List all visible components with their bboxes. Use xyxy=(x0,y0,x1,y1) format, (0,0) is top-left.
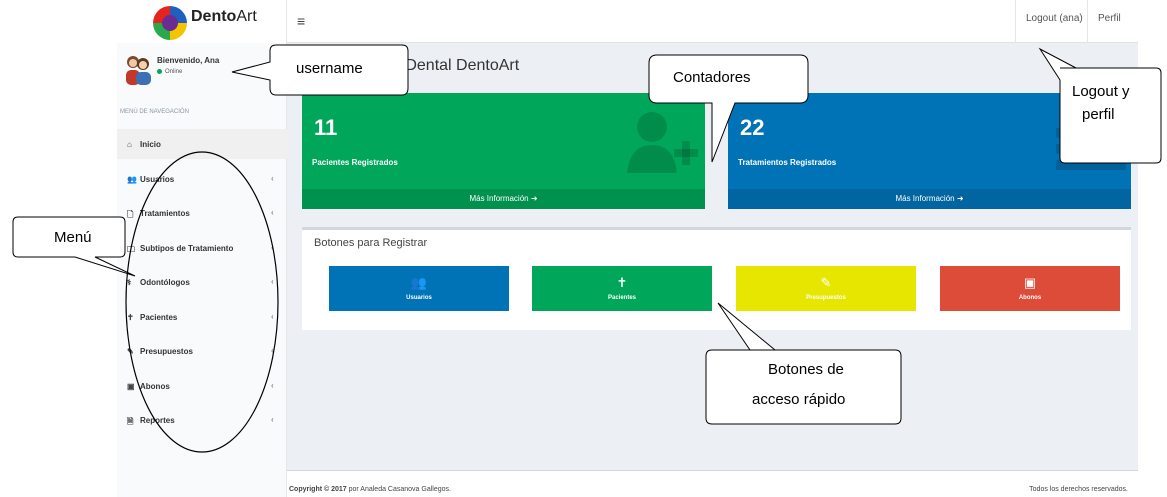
profile-link[interactable]: Perfil xyxy=(1098,13,1121,24)
annotation-username: username xyxy=(296,60,363,77)
panel-title: Botones para Registrar xyxy=(314,237,428,249)
money-icon: ▣ xyxy=(1023,275,1037,290)
patient-icon: ✝ xyxy=(127,312,134,322)
quick-button-usuarios[interactable]: 👥 Usuarios xyxy=(329,266,509,311)
sidebar-item-label: Usuarios xyxy=(140,174,175,184)
sidebar: Bienvenido, Ana Online MENÚ DE NAVEGACIÓ… xyxy=(117,43,287,497)
counter-box-treatments: 22 Tratamientos Registrados Más Informac… xyxy=(728,93,1131,209)
quick-button-abonos[interactable]: ▣ Abonos xyxy=(940,266,1120,311)
annotation-logout-1: Logout y xyxy=(1072,83,1130,100)
top-navbar: ≡ Logout (ana) Perfil xyxy=(287,0,1138,43)
annotation-contadores: Contadores xyxy=(673,69,751,86)
budget-icon: ✎ xyxy=(127,347,134,356)
user-status: Online xyxy=(157,69,182,75)
home-icon: ⌂ xyxy=(127,140,132,149)
user-name: Bienvenido, Ana xyxy=(157,56,220,65)
more-info-link[interactable]: Más Información ➜ xyxy=(302,189,705,209)
users-icon: 👥 xyxy=(127,174,137,184)
menu-toggle-icon[interactable]: ≡ xyxy=(297,13,305,29)
quick-button-label: Presupuestos xyxy=(806,295,846,301)
brand-name: DentoArt xyxy=(191,8,257,25)
page-title: a Dental DentoArt xyxy=(392,57,520,74)
file-icon: 🗋 xyxy=(127,210,134,219)
sidebar-item-tratamientos[interactable]: 🗋 Tratamientos ‹ xyxy=(117,198,287,228)
brand-logo[interactable]: DentoArt xyxy=(117,0,287,43)
sidebar-item-presupuestos[interactable]: ✎ Presupuestos ‹ xyxy=(117,336,287,366)
patient-icon: ✝ xyxy=(616,275,628,290)
doctor-icon: ⚕ xyxy=(127,278,132,287)
chevron-left-icon: ‹ xyxy=(271,346,274,355)
sidebar-item-odontólogos[interactable]: ⚕ Odontólogos ‹ xyxy=(117,267,287,297)
chevron-left-icon: ‹ xyxy=(271,380,274,390)
chevron-left-icon: ‹ xyxy=(271,311,274,321)
sidebar-item-subtipos-de-tratamiento[interactable]: 🗀 Subtipos de Tratamiento ‹ xyxy=(117,233,287,263)
list-icon xyxy=(1056,128,1126,170)
online-dot-icon xyxy=(157,69,162,74)
topbar-divider xyxy=(1087,0,1088,43)
sidebar-item-label: Subtipos de Tratamiento xyxy=(140,243,234,253)
sidebar-item-label: Reportes xyxy=(140,416,175,425)
counter-box-patients: 11 Pacientes Registrados Más Información… xyxy=(302,93,705,209)
counter-value: 22 xyxy=(740,115,765,140)
chevron-left-icon: ‹ xyxy=(271,415,274,424)
logout-link[interactable]: Logout (ana) xyxy=(1026,13,1083,24)
users-icon: 👥 xyxy=(410,275,428,290)
sidebar-item-pacientes[interactable]: ✝ Pacientes ‹ xyxy=(117,302,287,332)
chevron-left-icon: ‹ xyxy=(271,277,274,286)
quick-button-presupuestos[interactable]: ✎ Presupuestos xyxy=(736,266,916,311)
topbar-divider xyxy=(1015,0,1016,43)
annotation-botones-1: Botones de xyxy=(768,361,844,378)
nav-header: MENÚ DE NAVEGACIÓN xyxy=(120,109,189,115)
sidebar-item-label: Inicio xyxy=(140,140,161,149)
sidebar-item-usuarios[interactable]: 👥 Usuarios ‹ xyxy=(117,164,287,194)
sidebar-item-reportes[interactable]: 🗎 Reportes ‹ xyxy=(117,405,287,435)
quick-button-label: Usuarios xyxy=(406,295,432,301)
sidebar-item-label: Odontólogos xyxy=(140,278,190,287)
counter-value: 11 xyxy=(314,115,338,140)
annotation-logout-2: perfil xyxy=(1082,106,1115,123)
logo-mark-icon xyxy=(153,6,187,40)
chevron-left-icon: ‹ xyxy=(271,208,274,217)
sidebar-item-label: Tratamientos xyxy=(140,209,190,218)
avatar xyxy=(126,56,151,85)
sidebar-item-inicio[interactable]: ⌂ Inicio xyxy=(117,129,287,159)
sidebar-item-label: Abonos xyxy=(140,381,170,391)
rights-text: Todos los derechos reservados. xyxy=(1029,486,1128,493)
chevron-left-icon: ‹ xyxy=(271,242,274,252)
chevron-left-icon: ‹ xyxy=(271,173,274,183)
quick-button-label: Abonos xyxy=(1018,295,1042,301)
money-icon: ▣ xyxy=(127,381,135,391)
budget-icon: ✎ xyxy=(820,275,832,290)
page-footer: Copyright © 2017 por Analeda Casanova Ga… xyxy=(287,470,1138,497)
sidebar-item-label: Presupuestos xyxy=(140,347,193,356)
copyright-text: Copyright © 2017 por Analeda Casanova Ga… xyxy=(289,486,451,493)
app-screenshot: DentoArt ≡ Logout (ana) Perfil Bienvenid… xyxy=(0,0,1167,497)
report-icon: 🗎 xyxy=(127,417,134,426)
counter-label: Pacientes Registrados xyxy=(312,158,398,167)
annotation-botones-2: acceso rápido xyxy=(752,391,846,408)
user-panel: Bienvenido, Ana Online xyxy=(117,43,287,95)
add-user-icon xyxy=(627,112,698,173)
quick-button-pacientes[interactable]: ✝ Pacientes xyxy=(532,266,712,311)
sidebar-item-abonos[interactable]: ▣ Abonos ‹ xyxy=(117,371,287,401)
counter-label: Tratamientos Registrados xyxy=(738,158,837,167)
annotation-menu: Menú xyxy=(54,229,92,246)
folder-icon: 🗀 xyxy=(127,244,135,254)
quick-button-label: Pacientes xyxy=(607,295,637,301)
sidebar-item-label: Pacientes xyxy=(140,312,178,322)
more-info-link[interactable]: Más Información ➜ xyxy=(728,189,1131,209)
